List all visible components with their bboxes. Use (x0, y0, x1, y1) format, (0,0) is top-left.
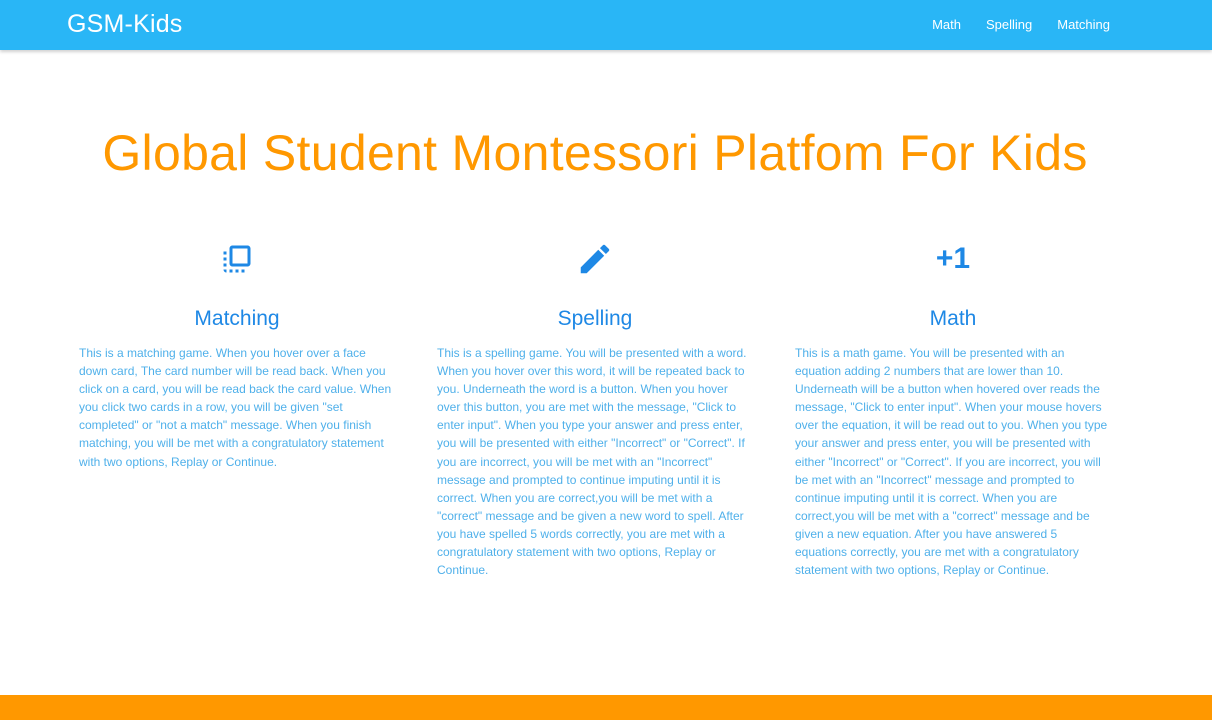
pencil-icon (437, 238, 753, 280)
footer-bar (0, 695, 1212, 720)
brand-logo-link[interactable]: GSM-Kids (67, 9, 183, 39)
spelling-card-title: Spelling (557, 307, 633, 330)
matching-card-title: Matching (194, 307, 280, 330)
flip-to-front-icon (79, 238, 395, 280)
math-card: +1 Math This is a math game. You will be… (795, 238, 1111, 579)
matching-card: Matching This is a matching game. When y… (79, 238, 395, 471)
plus-one-icon: +1 (935, 242, 971, 275)
math-card-description: This is a math game. You will be present… (795, 346, 1108, 578)
math-card-title: Math (929, 307, 977, 330)
nav-link-spelling[interactable]: Spelling (986, 16, 1032, 33)
spelling-card-description: This is a spelling game. You will be pre… (437, 346, 747, 578)
nav-link-math[interactable]: Math (932, 16, 961, 33)
page-title: Global Student Montessori Platfom For Ki… (102, 125, 1088, 181)
top-navbar: GSM-Kids Math Spelling Matching (0, 0, 1212, 50)
matching-card-description: This is a matching game. When you hover … (79, 346, 392, 469)
nav-links: Math Spelling Matching (932, 16, 1110, 33)
nav-link-matching[interactable]: Matching (1057, 16, 1110, 33)
spelling-card: Spelling This is a spelling game. You wi… (437, 238, 753, 579)
